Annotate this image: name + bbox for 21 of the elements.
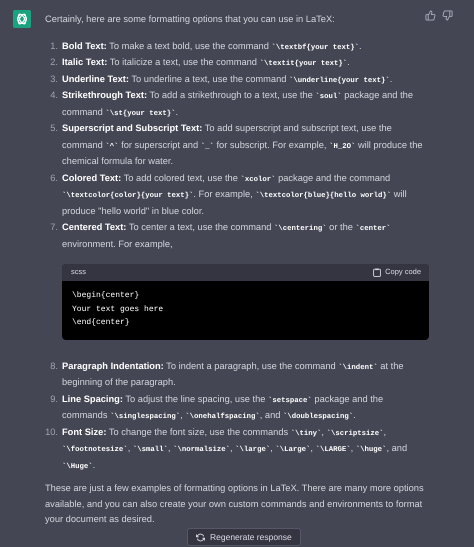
thumbs-down-icon[interactable] (442, 10, 453, 21)
regenerate-response-button[interactable]: Regenerate response (187, 528, 301, 546)
message-intro: Certainly, here are some formatting options that you can use in LaTeX: (45, 13, 336, 26)
list-number: 8. (49, 360, 58, 372)
list-number: 10. (44, 426, 58, 438)
code-line: \begin{center} (72, 290, 140, 302)
list-number: 6. (49, 172, 58, 184)
list-number: 7. (49, 221, 58, 234)
refresh-icon (196, 532, 205, 542)
clipboard-icon (373, 268, 382, 277)
list-number: 3. (49, 72, 58, 86)
list-number: 2. (49, 56, 58, 69)
logo-icon (13, 10, 31, 28)
list-number: 5. (49, 122, 58, 135)
list-number: 4. (49, 89, 58, 102)
list-number: 9. (49, 392, 58, 406)
code-line: Your text goes here (72, 304, 164, 316)
closing-paragraph: These are just a few examples of formatting options in LaTeX. There are many more options available, and you can also create your own custom commands and environments to format your document as desired. (45, 482, 425, 526)
code-line: \end{center} (72, 317, 131, 329)
list-number: 1. (49, 40, 58, 52)
thumbs-up-icon[interactable] (425, 10, 436, 21)
